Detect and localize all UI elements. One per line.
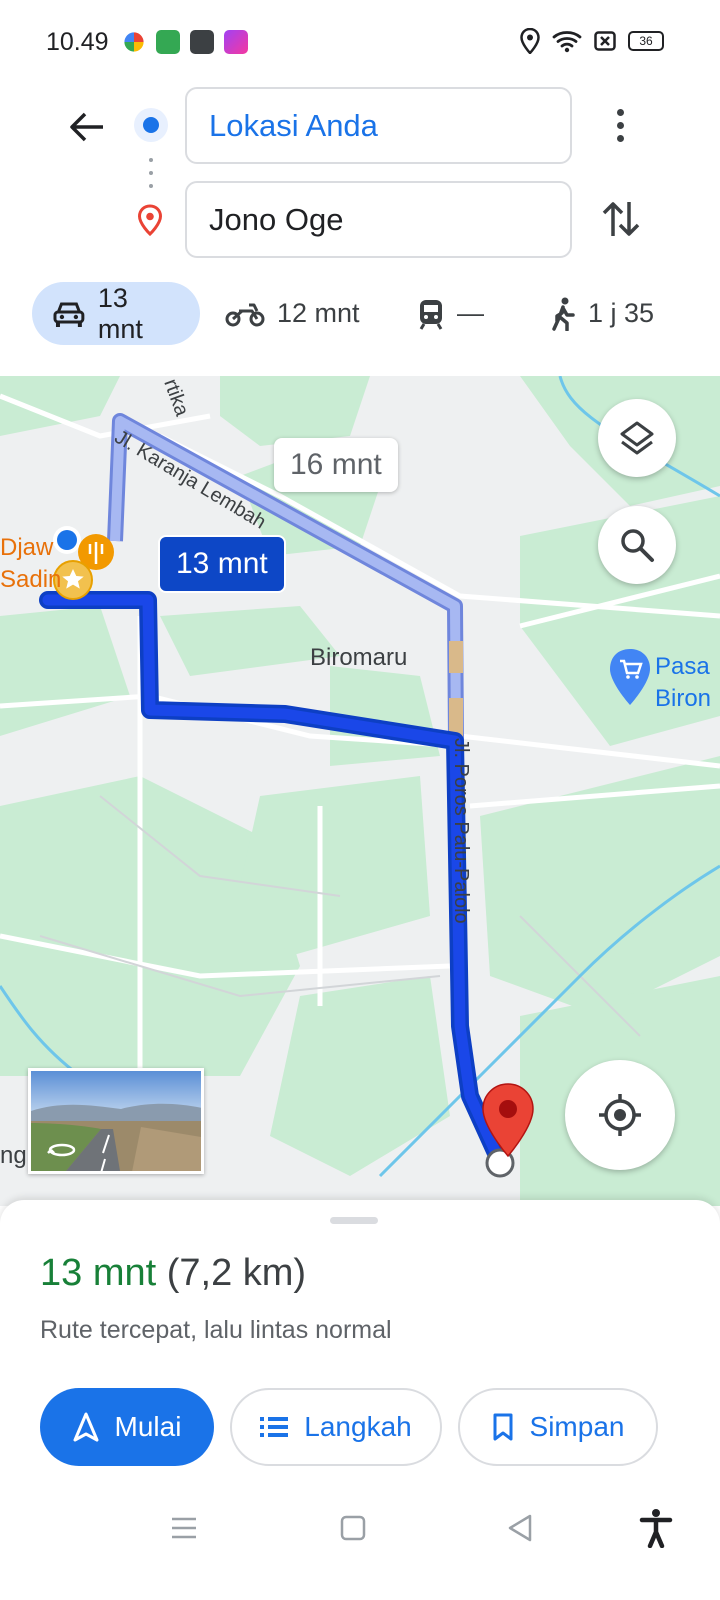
my-location-icon	[599, 1094, 641, 1136]
game-icon	[190, 30, 214, 54]
photos-icon	[124, 32, 144, 52]
my-location-button[interactable]	[565, 1060, 675, 1170]
navigation-arrow-icon	[73, 1412, 99, 1442]
wifi-icon	[552, 31, 582, 53]
walk-icon	[552, 297, 575, 331]
swap-vertical-icon	[602, 202, 640, 236]
alternate-route-time[interactable]: 16 mnt	[274, 438, 398, 492]
origin-dot-icon	[134, 108, 168, 142]
start-button[interactable]: Mulai	[40, 1388, 214, 1466]
shopping-icon	[156, 30, 180, 54]
battery-icon: 36	[628, 31, 664, 51]
nav-back-button[interactable]	[500, 1508, 540, 1548]
train-icon	[419, 299, 443, 330]
place-label-biromaru: Biromaru	[310, 644, 408, 671]
arrow-back-icon	[70, 112, 103, 142]
steps-button-label: Langkah	[304, 1411, 412, 1442]
road-label-poros: Jl. Poros Palu-Palolo	[450, 738, 472, 924]
place-label-djaw[interactable]: Djaw Sadin	[0, 532, 61, 596]
mode-transit-label: —	[457, 298, 484, 328]
bookmark-icon	[493, 1413, 513, 1441]
place-label-ng: ng	[0, 1142, 27, 1169]
sim-off-icon	[594, 31, 616, 51]
save-button-label: Simpan	[529, 1411, 625, 1442]
battery-level: 36	[639, 34, 653, 48]
place-label-pasar-line2: Biron	[655, 685, 712, 712]
mode-motorcycle-label: 12 mnt	[277, 298, 360, 328]
360-rotate-icon	[47, 1143, 76, 1157]
route-duration: 13 mnt	[40, 1252, 157, 1294]
list-icon	[260, 1417, 289, 1437]
back-button[interactable]	[62, 102, 112, 152]
drag-handle[interactable]	[330, 1217, 378, 1224]
main-route-time[interactable]: 13 mnt	[158, 535, 286, 593]
accessibility-icon	[639, 1509, 673, 1548]
route-distance: (7,2 km)	[166, 1252, 307, 1294]
mode-transit[interactable]: —	[417, 282, 484, 345]
origin-field[interactable]: Lokasi Anda	[185, 87, 572, 164]
place-label-pasar-line1: Pasa	[655, 653, 710, 680]
nav-menu-button[interactable]	[164, 1508, 204, 1548]
shortcut-icon	[224, 30, 248, 54]
location-icon	[520, 28, 540, 54]
mode-motorcycle[interactable]: 12 mnt	[225, 282, 360, 345]
home-square-icon	[340, 1515, 366, 1541]
layers-icon	[620, 421, 654, 455]
street-view-thumbnail[interactable]	[28, 1068, 204, 1174]
search-along-route-button[interactable]	[598, 506, 676, 584]
destination-field[interactable]: Jono Oge	[185, 181, 572, 258]
destination-pin-icon	[137, 204, 163, 236]
mode-car[interactable]: 13 mnt	[32, 282, 200, 345]
swap-button[interactable]	[598, 196, 644, 242]
status-time: 10.49	[46, 28, 109, 56]
accessibility-button[interactable]	[636, 1508, 676, 1548]
map-view[interactable]: rtika Jl. Karanja Lembah Jl. Poros Palu-…	[0, 376, 720, 1206]
route-description: Rute tercepat, lalu lintas normal	[40, 1316, 392, 1344]
layers-button[interactable]	[598, 399, 676, 477]
more-options-button[interactable]	[600, 100, 640, 150]
notification-icons	[122, 30, 248, 54]
nav-home-button[interactable]	[333, 1508, 373, 1548]
system-nav-bar	[0, 1490, 720, 1600]
route-connector-dots	[149, 158, 153, 188]
mode-car-label: 13 mnt	[97, 282, 143, 344]
mode-walk[interactable]: 1 j 35	[550, 282, 654, 345]
save-button[interactable]: Simpan	[458, 1388, 658, 1466]
back-triangle-icon	[508, 1514, 532, 1542]
car-icon	[53, 302, 85, 327]
motorcycle-icon	[225, 303, 265, 326]
travel-mode-bar: 13 mnt 12 mnt — 1 j 35	[32, 282, 692, 345]
place-label-djaw-line1: Djaw	[0, 534, 54, 561]
status-bar: 10.49 36	[0, 0, 720, 86]
search-icon	[621, 529, 654, 562]
start-button-label: Mulai	[114, 1411, 182, 1442]
mode-walk-label: 1 j 35	[588, 298, 655, 328]
steps-button[interactable]: Langkah	[230, 1388, 442, 1466]
place-label-djaw-line2: Sadin	[0, 566, 62, 593]
traffic-segment	[449, 641, 463, 673]
place-label-pasar[interactable]: Pasa Biron	[655, 651, 711, 715]
system-icons: 36	[520, 28, 664, 54]
menu-icon	[172, 1517, 196, 1539]
route-summary-line: 13 mnt (7,2 km)	[40, 1252, 306, 1295]
